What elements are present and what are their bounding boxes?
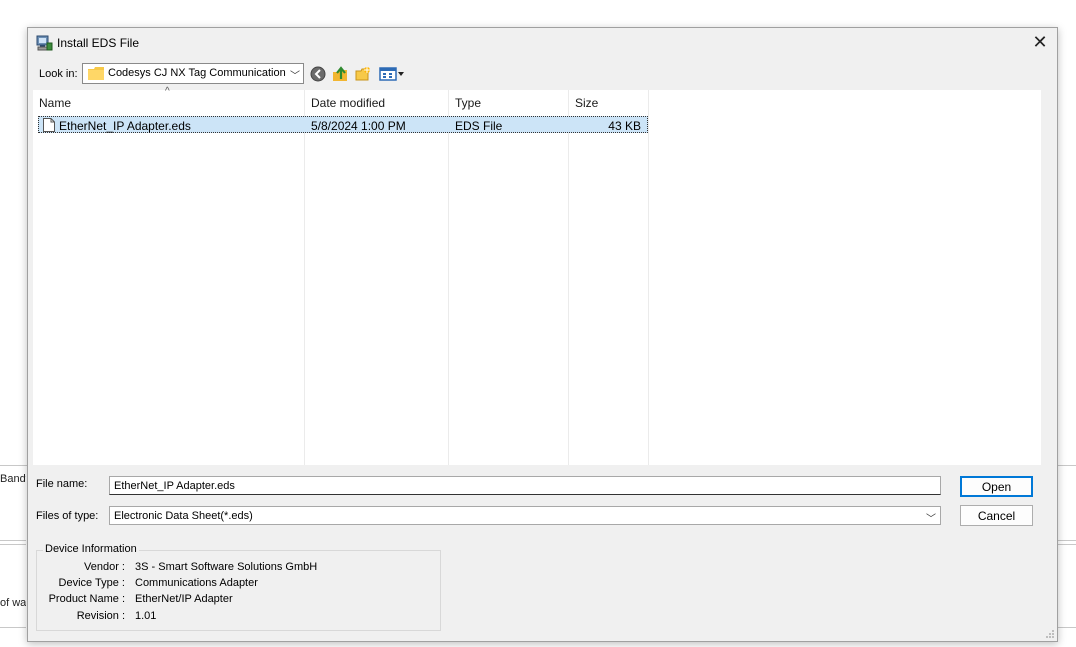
background-divider xyxy=(0,544,26,545)
cancel-button[interactable]: Cancel xyxy=(960,505,1033,526)
file-name-value: EtherNet_IP Adapter.eds xyxy=(114,480,235,492)
open-button[interactable]: Open xyxy=(960,476,1033,497)
back-icon xyxy=(310,66,326,82)
device-type-label: Device Type : xyxy=(58,577,125,589)
column-header-name[interactable]: Name xyxy=(39,96,71,110)
file-name-label: File name: xyxy=(36,478,88,490)
sort-ascending-icon: ^ xyxy=(165,86,170,97)
device-type-value: Communications Adapter xyxy=(135,577,258,589)
background-label: of wan xyxy=(0,597,26,609)
file-date-cell: 5/8/2024 1:00 PM xyxy=(311,119,406,133)
dialog-titlebar[interactable]: Install EDS File ✕ xyxy=(28,28,1057,58)
file-name-input[interactable]: EtherNet_IP Adapter.eds xyxy=(109,476,941,495)
product-name-label: Product Name : xyxy=(48,593,125,605)
column-separator xyxy=(648,90,649,465)
install-eds-dialog: Install EDS File ✕ Look in: Codesys CJ N… xyxy=(27,27,1058,642)
column-separator xyxy=(448,90,449,465)
chevron-down-icon: ﹀ xyxy=(290,71,300,82)
up-folder-button[interactable] xyxy=(331,65,349,83)
file-row[interactable]: EtherNet_IP Adapter.eds 5/8/2024 1:00 PM… xyxy=(38,116,648,133)
resize-grip-icon[interactable] xyxy=(1045,629,1055,639)
new-folder-icon xyxy=(355,67,370,81)
column-header-size[interactable]: Size xyxy=(575,96,598,110)
files-of-type-label: Files of type: xyxy=(36,510,99,522)
look-in-value: Codesys CJ NX Tag Communication T xyxy=(108,67,288,79)
up-folder-icon xyxy=(333,66,347,81)
device-information-title: Device Information xyxy=(43,543,139,555)
views-menu-button[interactable] xyxy=(378,65,406,83)
file-size-cell: 43 KB xyxy=(608,119,641,133)
dialog-title: Install EDS File xyxy=(57,36,140,50)
file-list[interactable]: ^ Name Date modified Type Size EtherNet_… xyxy=(33,86,1041,465)
column-separator xyxy=(568,90,569,465)
device-information-group: Device Information Vendor : 3S - Smart S… xyxy=(36,543,441,631)
back-button[interactable] xyxy=(309,65,327,83)
folder-icon xyxy=(88,67,104,80)
revision-value: 1.01 xyxy=(135,610,157,622)
background-divider xyxy=(1058,544,1076,545)
revision-label: Revision : xyxy=(76,610,125,622)
close-button[interactable]: ✕ xyxy=(1023,28,1057,56)
look-in-label: Look in: xyxy=(39,68,78,80)
column-separator xyxy=(304,90,305,465)
views-menu-icon xyxy=(379,67,404,81)
file-name-cell: EtherNet_IP Adapter.eds xyxy=(59,119,191,133)
background-divider xyxy=(1058,540,1076,541)
files-of-type-value: Electronic Data Sheet(*.eds) xyxy=(114,510,253,522)
files-of-type-dropdown[interactable]: Electronic Data Sheet(*.eds) ﹀ xyxy=(109,506,941,525)
document-icon xyxy=(43,118,55,132)
vendor-value: 3S - Smart Software Solutions GmbH xyxy=(135,561,318,573)
column-header-date-modified[interactable]: Date modified xyxy=(311,96,385,110)
file-type-cell: EDS File xyxy=(455,119,503,133)
background-divider xyxy=(0,540,26,541)
background-label: Bandw xyxy=(0,473,26,485)
look-in-dropdown[interactable]: Codesys CJ NX Tag Communication T ﹀ xyxy=(82,63,304,84)
background-divider xyxy=(0,627,26,628)
new-folder-button[interactable] xyxy=(354,65,372,83)
background-divider xyxy=(1058,627,1076,628)
column-header-type[interactable]: Type xyxy=(455,96,481,110)
close-icon: ✕ xyxy=(1032,31,1048,52)
chevron-down-icon: ﹀ xyxy=(926,514,936,525)
install-app-icon xyxy=(36,35,53,51)
vendor-label: Vendor : xyxy=(84,561,125,573)
product-name-value: EtherNet/IP Adapter xyxy=(135,593,233,605)
